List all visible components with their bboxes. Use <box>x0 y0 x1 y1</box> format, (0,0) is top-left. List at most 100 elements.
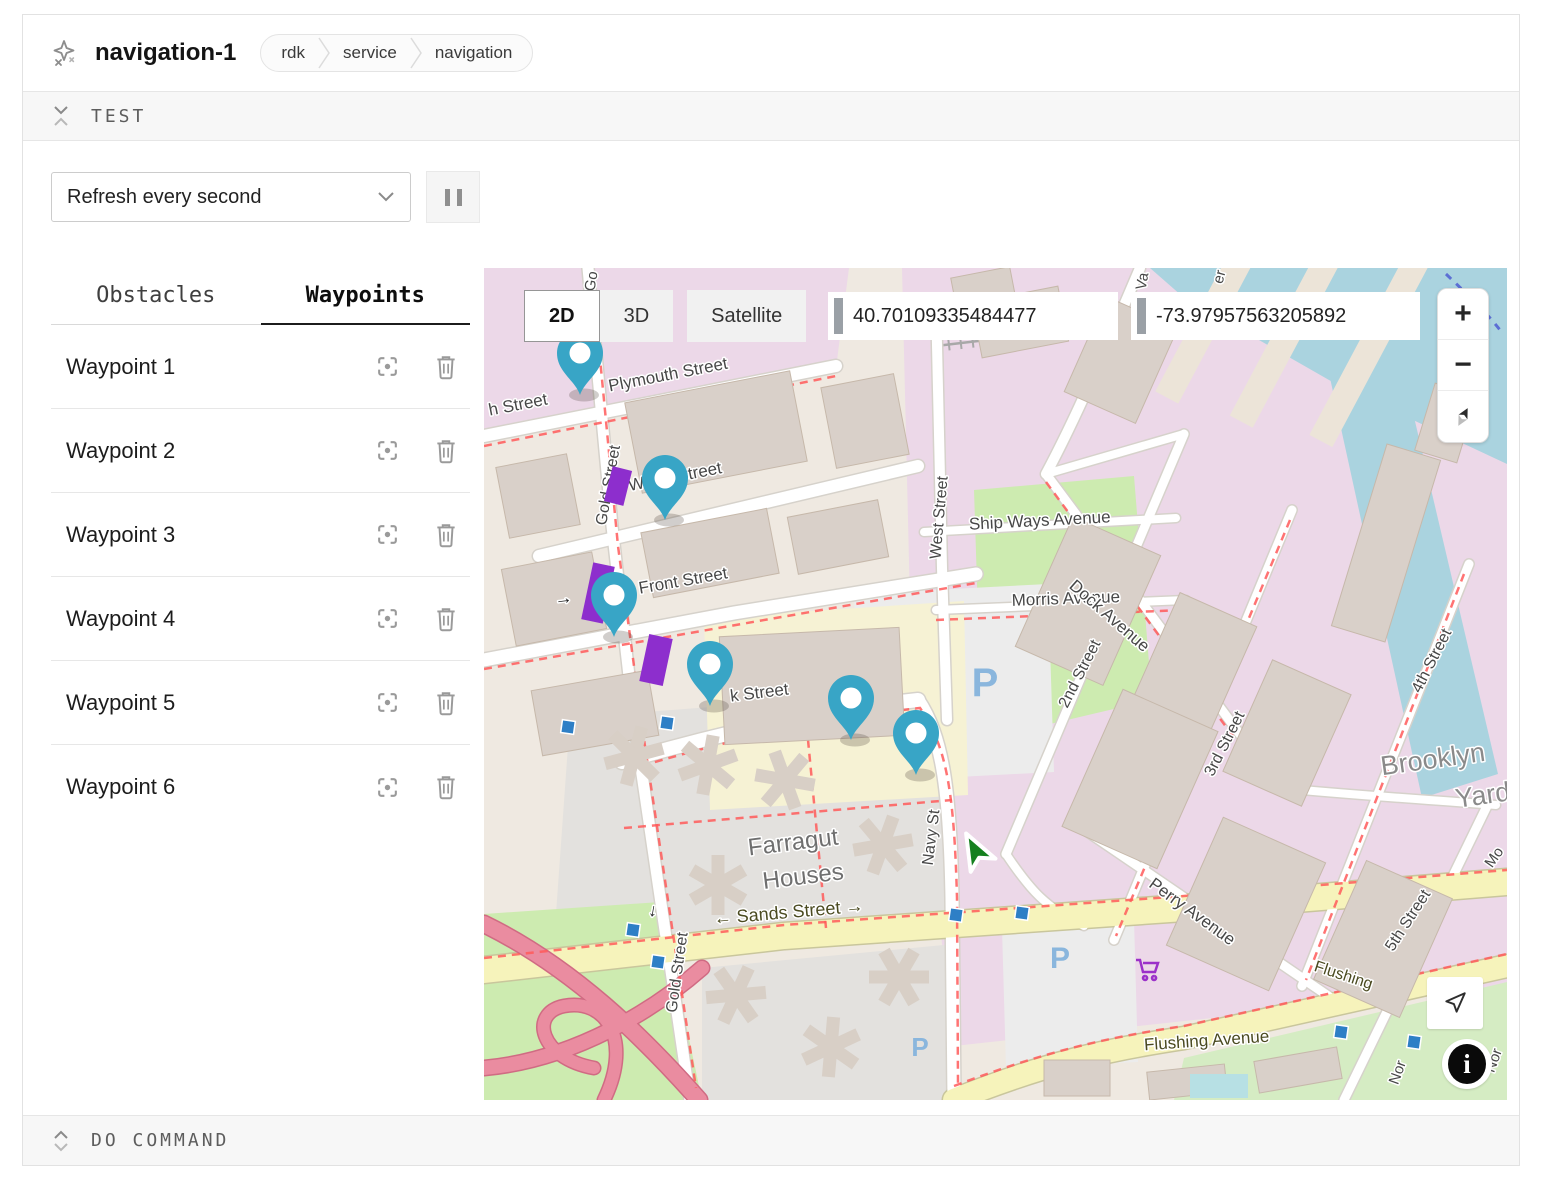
waypoint-row: Waypoint 5 <box>51 661 470 745</box>
waypoint-row: Waypoint 1 <box>51 325 470 409</box>
main-content: Obstacles Waypoints Waypoint 1 Waypoint 2… <box>23 253 1519 1100</box>
trash-icon <box>434 522 458 548</box>
focus-waypoint-button[interactable] <box>375 522 400 547</box>
zoom-out-button[interactable]: − <box>1438 340 1488 391</box>
refresh-rate-select[interactable]: Refresh every second <box>51 172 411 222</box>
focus-icon <box>375 690 400 715</box>
waypoints-panel: Obstacles Waypoints Waypoint 1 Waypoint 2… <box>23 253 484 829</box>
waypoint-row: Waypoint 3 <box>51 493 470 577</box>
waypoint-row: Waypoint 2 <box>51 409 470 493</box>
map-node-marker <box>561 720 576 735</box>
breadcrumb: rdk service navigation <box>260 34 533 72</box>
parking-icon: P <box>1050 942 1070 975</box>
latitude-input[interactable]: 40.70109335484477 <box>828 292 1118 340</box>
map-node-marker <box>949 908 964 923</box>
delete-waypoint-button[interactable] <box>434 690 458 716</box>
breadcrumb-item: navigation <box>435 43 513 63</box>
card-header: navigation-1 rdk service navigation <box>23 15 1519 91</box>
longitude-value: -73.97957563205892 <box>1156 305 1346 328</box>
focus-icon <box>375 354 400 379</box>
do-command-section-label: DO COMMAND <box>91 1130 229 1151</box>
delete-waypoint-button[interactable] <box>434 438 458 464</box>
map-building <box>496 454 580 538</box>
latitude-value: 40.70109335484477 <box>853 305 1037 328</box>
focus-icon <box>375 606 400 631</box>
map-pool <box>1190 1074 1248 1098</box>
focus-waypoint-button[interactable] <box>375 690 400 715</box>
pause-icon <box>445 189 450 206</box>
parking-icon: P <box>972 661 999 705</box>
map-building <box>1044 1060 1110 1096</box>
map-node-marker <box>1407 1035 1422 1050</box>
focus-waypoint-button[interactable] <box>375 354 400 379</box>
map-node-marker <box>660 716 675 731</box>
map-node-marker <box>1015 906 1030 921</box>
delete-waypoint-button[interactable] <box>434 606 458 632</box>
waypoint-name: Waypoint 6 <box>66 774 341 800</box>
waypoint-name: Waypoint 3 <box>66 522 341 548</box>
test-section-label: TEST <box>91 106 146 127</box>
focus-waypoint-button[interactable] <box>375 438 400 463</box>
trash-icon <box>434 774 458 800</box>
map-canvas[interactable]: PPPPlymouth Streeth StreetWater StreetFr… <box>484 268 1507 1100</box>
view-satellite-button[interactable]: Satellite <box>687 290 806 342</box>
breadcrumb-item: rdk <box>281 43 305 63</box>
page-title: navigation-1 <box>95 39 236 67</box>
focus-icon <box>375 775 400 800</box>
tab-obstacles[interactable]: Obstacles <box>51 283 261 325</box>
refresh-controls: Refresh every second <box>23 141 1519 253</box>
navigation-card: navigation-1 rdk service navigation TEST R… <box>22 14 1520 1166</box>
service-sparkle-icon <box>49 38 79 68</box>
breadcrumb-item: service <box>343 43 397 63</box>
collapse-icon <box>51 104 71 128</box>
breadcrumb-separator-icon <box>410 36 422 70</box>
map-node-marker <box>651 955 666 970</box>
longitude-input[interactable]: -73.97957563205892 <box>1131 292 1420 340</box>
focus-waypoint-button[interactable] <box>375 775 400 800</box>
map-info-button[interactable]: i <box>1442 1039 1492 1089</box>
map[interactable]: PPPPlymouth Streeth StreetWater StreetFr… <box>484 268 1507 1100</box>
info-icon: i <box>1448 1044 1486 1084</box>
breadcrumb-separator-icon <box>318 36 330 70</box>
focus-icon <box>375 438 400 463</box>
map-building <box>821 374 909 469</box>
zoom-in-button[interactable]: + <box>1438 289 1488 340</box>
trash-icon <box>434 354 458 380</box>
drag-handle[interactable] <box>1137 298 1146 334</box>
trash-icon <box>434 606 458 632</box>
delete-waypoint-button[interactable] <box>434 774 458 800</box>
do-command-section-bar[interactable]: DO COMMAND <box>23 1115 1519 1165</box>
map-zoom-controls: + − <box>1437 288 1489 443</box>
test-section-bar[interactable]: TEST <box>23 91 1519 141</box>
delete-waypoint-button[interactable] <box>434 354 458 380</box>
compass-needle-icon <box>1451 405 1475 429</box>
street-label: → <box>553 587 574 609</box>
pause-refresh-button[interactable] <box>426 171 480 223</box>
parking-icon: P <box>911 1032 928 1062</box>
waypoint-list: Waypoint 1 Waypoint 2 Waypoint 3 Waypoint 4… <box>51 325 470 829</box>
panel-tabs: Obstacles Waypoints <box>51 283 470 325</box>
waypoint-name: Waypoint 2 <box>66 438 341 464</box>
map-view-buttons: 2D 3D Satellite <box>524 290 806 342</box>
view-3d-button[interactable]: 3D <box>600 290 674 342</box>
waypoint-name: Waypoint 1 <box>66 354 341 380</box>
expand-icon <box>51 1129 71 1153</box>
map-node-marker <box>626 923 641 938</box>
refresh-rate-value: Refresh every second <box>67 186 262 209</box>
focus-waypoint-button[interactable] <box>375 606 400 631</box>
waypoint-name: Waypoint 5 <box>66 690 341 716</box>
waypoint-row: Waypoint 4 <box>51 577 470 661</box>
view-2d-button[interactable]: 2D <box>524 290 600 342</box>
compass-button[interactable] <box>1438 391 1488 442</box>
delete-waypoint-button[interactable] <box>434 522 458 548</box>
waypoint-name: Waypoint 4 <box>66 606 341 632</box>
trash-icon <box>434 690 458 716</box>
chevron-down-icon <box>377 191 395 203</box>
tab-waypoints[interactable]: Waypoints <box>261 283 471 325</box>
trash-icon <box>434 438 458 464</box>
waypoint-row: Waypoint 6 <box>51 745 470 829</box>
focus-icon <box>375 522 400 547</box>
locate-robot-button[interactable] <box>1427 977 1483 1029</box>
drag-handle[interactable] <box>834 298 843 334</box>
send-arrow-icon <box>1442 990 1468 1016</box>
